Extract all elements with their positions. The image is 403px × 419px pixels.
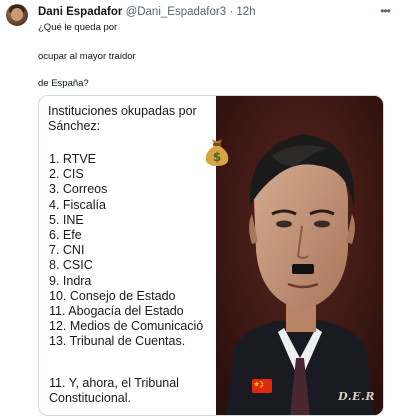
tweet-text-line-2: ocupar al mayor traidor — [38, 51, 136, 62]
separator-dot: · — [229, 6, 234, 18]
final-note-line-1: 11. Y, ahora, el Tribunal — [49, 376, 179, 390]
institution-item: 4. Fiscalía — [49, 197, 106, 212]
final-note-line-2: Constitucional. — [49, 391, 131, 405]
tweet-text-line-3: de España? — [38, 78, 89, 89]
portrait-panel — [216, 96, 383, 415]
author-handle[interactable]: @Dani_Espadafor3 — [126, 6, 227, 18]
institution-item: 6. Efe — [49, 227, 82, 242]
final-note: 11. Y, ahora, el Tribunal Constitucional… — [49, 376, 179, 406]
institution-item: 2. CIS — [49, 167, 84, 182]
institution-item: 11. Abogacía del Estado — [49, 303, 184, 318]
institution-item: 10. Consejo de Estado — [49, 288, 176, 303]
institution-item: 3. Correos — [49, 182, 108, 197]
institutions-title: Instituciones okupadas por Sánchez: — [48, 104, 197, 133]
author-name[interactable]: Dani Espadafor — [38, 6, 122, 18]
moneybag-emoji-icon: $ — [205, 139, 229, 166]
institutions-panel: Instituciones okupadas por Sánchez: 1. R… — [39, 96, 216, 415]
institution-item: 12. Medios de Comunicació — [49, 319, 204, 334]
signature-watermark: D.E.R — [338, 390, 375, 403]
portrait-illustration — [216, 96, 383, 415]
tweet[interactable]: Dani Espadafor @Dani_Espadafor3 · 12h ••… — [0, 0, 403, 419]
tweet-text-line-1: ¿Qué le queda por — [38, 22, 118, 33]
author-avatar[interactable] — [6, 4, 28, 26]
tweet-media-image[interactable]: Instituciones okupadas por Sánchez: 1. R… — [38, 95, 384, 416]
institution-item: 9. Indra — [49, 273, 92, 288]
institutions-list: 1. RTVE 2. CIS 3. Correos 4. Fiscalía 5.… — [49, 152, 203, 349]
institution-item: 5. INE — [49, 212, 84, 227]
more-icon[interactable]: ••• — [377, 4, 393, 20]
institution-item: 8. CSIC — [49, 258, 93, 273]
moneybag-symbol: $ — [213, 150, 221, 164]
china-flag-icon — [252, 379, 272, 393]
institution-item: 7. CNI — [49, 243, 85, 258]
avatar-face — [11, 8, 23, 21]
institution-item: 1. RTVE — [49, 152, 97, 166]
institution-item: 13. Tribunal de Cuentas. — [49, 334, 186, 349]
tweet-time[interactable]: 12h — [236, 6, 255, 18]
tweet-header: Dani Espadafor @Dani_Espadafor3 · 12h — [38, 4, 377, 20]
